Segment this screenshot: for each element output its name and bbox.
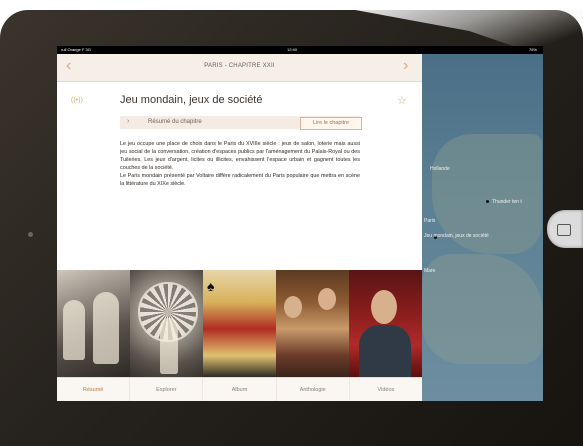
tab-explorer[interactable]: Explorer	[129, 378, 202, 401]
engraving-image[interactable]	[57, 270, 130, 377]
map-label-mare: Mare	[424, 268, 436, 274]
home-button[interactable]	[547, 210, 583, 248]
painting-image[interactable]	[276, 270, 349, 377]
chevron-down-icon: ›	[127, 118, 130, 125]
playing-card-image[interactable]: ♠	[203, 270, 276, 377]
status-bar: •ull Orange F 3G 12:40 76%	[57, 46, 543, 54]
summary-label: Résumé du chapitre	[148, 119, 202, 125]
painted-face	[284, 296, 302, 318]
map-label-hollande: Hollande	[430, 166, 450, 172]
map-view[interactable]: Hollande Thunder ten t Paris Jeu mondain…	[422, 54, 543, 401]
wheel-engraving-image[interactable]	[130, 270, 203, 377]
tab-album[interactable]: Album	[202, 378, 275, 401]
home-square-icon	[557, 224, 571, 236]
painted-face	[318, 288, 336, 310]
tab-videos[interactable]: Vidéos	[348, 378, 422, 401]
engraving-figure	[160, 318, 178, 374]
map-label-thunder: Thunder ten t	[492, 199, 522, 205]
map-land	[422, 254, 543, 364]
image-strip: ♠	[57, 270, 422, 377]
tab-anthologie[interactable]: Anthologie	[275, 378, 349, 401]
chapter-title: PARIS - CHAPITRE XXII	[204, 63, 275, 69]
tablet-screen: •ull Orange F 3G 12:40 76% Hollande Thun…	[57, 46, 543, 401]
engraving-figure	[63, 300, 85, 360]
clock-text: 12:40	[287, 47, 298, 52]
article-paragraph: Le Paris mondain présenté par Voltaire d…	[120, 173, 360, 187]
read-chapter-button[interactable]: Lire le chapitre	[300, 117, 362, 130]
carrier-text: •ull Orange F 3G	[61, 47, 91, 52]
presenter-shirt	[359, 325, 411, 377]
map-label-paris: Paris	[424, 218, 436, 224]
camera-icon	[28, 232, 33, 237]
tab-resume[interactable]: Résumé	[57, 378, 129, 401]
chapter-header: ‹ PARIS - CHAPITRE XXII ›	[57, 54, 422, 82]
presenter-face	[371, 290, 397, 324]
article-heading: Jeu mondain, jeux de société	[120, 94, 263, 106]
map-marker[interactable]	[486, 200, 489, 203]
spade-icon: ♠	[207, 278, 215, 294]
tab-bar: Résumé Explorer Album Anthologie Vidéos	[57, 377, 422, 401]
article-body: Le jeu occupe une place de choix dans le…	[120, 140, 360, 188]
battery-text: 76%	[528, 47, 537, 52]
engraving-figure	[93, 292, 119, 364]
chapter-panel: ‹ PARIS - CHAPITRE XXII › ((•)) Jeu mond…	[57, 54, 422, 401]
video-presenter-image[interactable]	[349, 270, 422, 377]
star-icon[interactable]: ☆	[397, 94, 407, 107]
map-label-chapter: Jeu mondain, jeux de société	[424, 233, 489, 239]
broadcast-icon[interactable]: ((•))	[71, 97, 83, 104]
article-paragraph: Le jeu occupe une place de choix dans le…	[120, 141, 360, 171]
chevron-right-icon[interactable]: ›	[403, 58, 408, 74]
